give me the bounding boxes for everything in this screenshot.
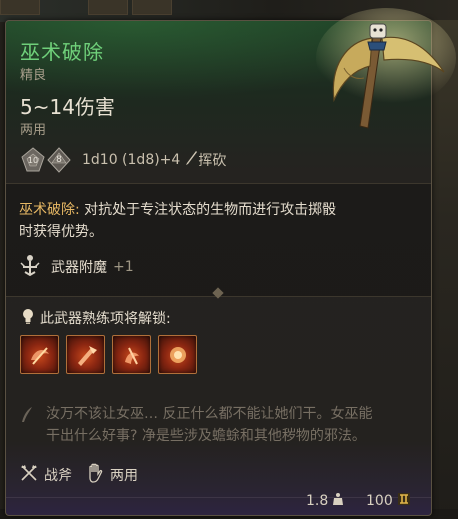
action-2-icon: [77, 345, 97, 366]
lightbulb-icon: [21, 307, 35, 329]
background-slot: [88, 0, 128, 15]
weapon-properties: 战斧 两用: [20, 462, 138, 488]
crossed-axes-icon: [20, 464, 38, 486]
handedness-property: 两用: [110, 468, 138, 484]
background-slot: [0, 0, 40, 15]
enchantment-bonus: +1: [113, 259, 134, 275]
enchantment-icon: [19, 253, 41, 281]
enchantment-row[interactable]: 武器附魔 +1: [19, 253, 134, 281]
item-rarity: 精良: [20, 68, 47, 83]
action-3-icon: [124, 347, 139, 364]
enchantment-label: 武器附魔: [51, 260, 107, 276]
price-value: 100: [366, 493, 393, 509]
lore-text: 汝万不该让女巫… 反正什么都不能让她们干。女巫能 干出什么好事? 净是些涉及蟾蜍…: [46, 403, 416, 447]
background-slot: [132, 0, 172, 15]
item-name: 巫术破除: [20, 40, 104, 64]
ability-text-line1: 对抗处于专注状态的生物而进行攻击掷骰: [79, 202, 337, 218]
svg-text:10: 10: [28, 156, 38, 165]
proficiency-unlock-row: 此武器熟练项将解锁:: [21, 307, 171, 329]
damage-type: 挥砍: [198, 153, 227, 169]
ability-name: 巫术破除:: [19, 202, 80, 218]
ability-text-line2: 时获得优势。: [19, 224, 103, 240]
svg-text:8: 8: [56, 155, 62, 165]
item-damage: 5~14伤害: [20, 95, 115, 119]
ability-description: 巫术破除: 对抗处于专注状态的生物而进行攻击掷骰 时获得优势。: [19, 199, 414, 243]
weapon-action-3[interactable]: [112, 335, 151, 374]
quill-icon: [20, 406, 34, 428]
weapon-action-list: [20, 335, 197, 374]
gold-coin-icon: [397, 492, 411, 510]
weight-icon: [332, 492, 344, 510]
action-4-icon: [169, 346, 186, 363]
slashing-damage-icon: [184, 150, 198, 170]
war-axe-icon: [316, 8, 456, 129]
weapon-action-1[interactable]: [20, 335, 59, 374]
weapon-action-4[interactable]: [158, 335, 197, 374]
item-price: 100: [366, 492, 411, 510]
action-1-icon: [30, 346, 49, 365]
damage-formula: 1d10 (1d8)+4: [82, 152, 181, 168]
weapon-type: 战斧: [44, 468, 72, 484]
d8-dice-icon: 8: [46, 147, 72, 173]
lore-line2: 干出什么好事? 净是些涉及蟾蜍和其他秽物的邪法。: [46, 428, 366, 444]
weapon-action-2[interactable]: [66, 335, 105, 374]
hand-icon: [86, 463, 104, 487]
weight-value: 1.8: [306, 493, 329, 509]
item-handedness: 两用: [20, 123, 47, 138]
lore-line1: 汝万不该让女巫… 反正什么都不能让她们干。女巫能: [46, 406, 373, 422]
damage-dice-row: 10 8 1d10 (1d8)+4 挥砍: [20, 146, 226, 174]
d10-dice-icon: 10: [20, 147, 46, 173]
proficiency-unlock-label: 此武器熟练项将解锁:: [40, 311, 171, 327]
item-weight: 1.8: [306, 492, 344, 510]
